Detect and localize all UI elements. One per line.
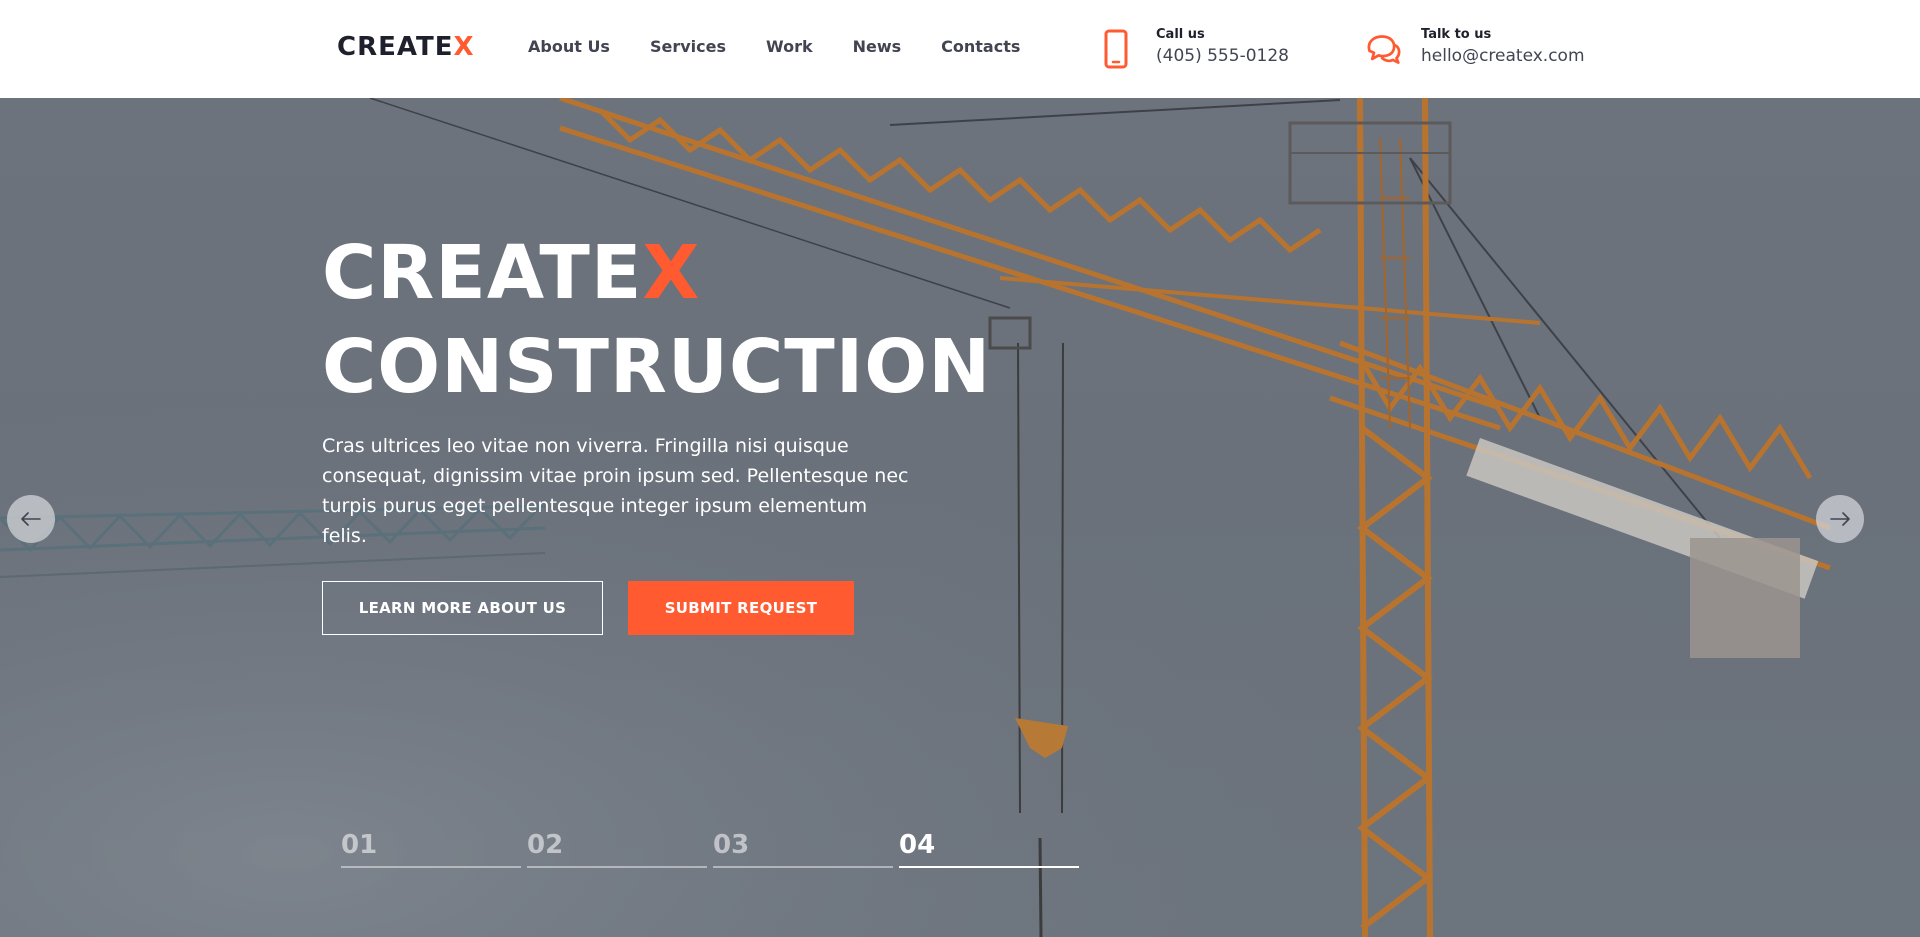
hero-slider: CREATEX CONSTRUCTION Cras ultrices leo v…: [0, 98, 1920, 937]
smartphone-icon: [1104, 29, 1128, 69]
logo-text: CREATE: [337, 32, 454, 62]
nav-about-us[interactable]: About Us: [528, 37, 610, 56]
slide-tab-01[interactable]: 01: [341, 830, 521, 868]
submit-request-button[interactable]: SUBMIT REQUEST: [628, 581, 854, 635]
crane-background-image: [0, 98, 1920, 937]
arrow-left-icon: [21, 512, 41, 526]
nav-work[interactable]: Work: [766, 37, 813, 56]
hero-description: Cras ultrices leo vitae non viverra. Fri…: [322, 435, 909, 547]
contact-email[interactable]: Talk to us hello@createx.com: [1365, 26, 1585, 71]
hero-title-line2: CONSTRUCTION: [322, 324, 992, 410]
hero-title: CREATEX CONSTRUCTION: [322, 226, 991, 414]
phone-number[interactable]: (405) 555-0128: [1156, 44, 1289, 68]
hero-title-brand: CREATE: [322, 230, 643, 316]
logo[interactable]: CREATE X: [337, 32, 475, 62]
arrow-right-icon: [1830, 512, 1850, 526]
slide-tab-03[interactable]: 03: [713, 830, 893, 868]
nav-services[interactable]: Services: [650, 37, 726, 56]
nav-news[interactable]: News: [853, 37, 902, 56]
contact-phone[interactable]: Call us (405) 555-0128: [1100, 26, 1289, 71]
hero-title-accent: X: [642, 230, 701, 316]
email-label: Talk to us: [1421, 27, 1492, 42]
nav-contacts[interactable]: Contacts: [941, 37, 1020, 56]
learn-more-button[interactable]: LEARN MORE ABOUT US: [322, 581, 603, 635]
slide-tab-02[interactable]: 02: [527, 830, 707, 868]
slider-next-button[interactable]: [1816, 495, 1864, 543]
slider-prev-button[interactable]: [7, 495, 55, 543]
slide-tab-04[interactable]: 04: [899, 830, 1079, 868]
slider-pagination: 01 02 03 04: [341, 830, 1085, 868]
main-nav: About Us Services Work News Contacts: [528, 37, 1060, 56]
phone-label: Call us: [1156, 27, 1205, 42]
email-address[interactable]: hello@createx.com: [1421, 44, 1585, 68]
logo-accent: X: [453, 32, 475, 62]
site-header: CREATE X About Us Services Work News Cont…: [0, 0, 1920, 98]
chat-bubbles-icon: [1367, 35, 1401, 64]
